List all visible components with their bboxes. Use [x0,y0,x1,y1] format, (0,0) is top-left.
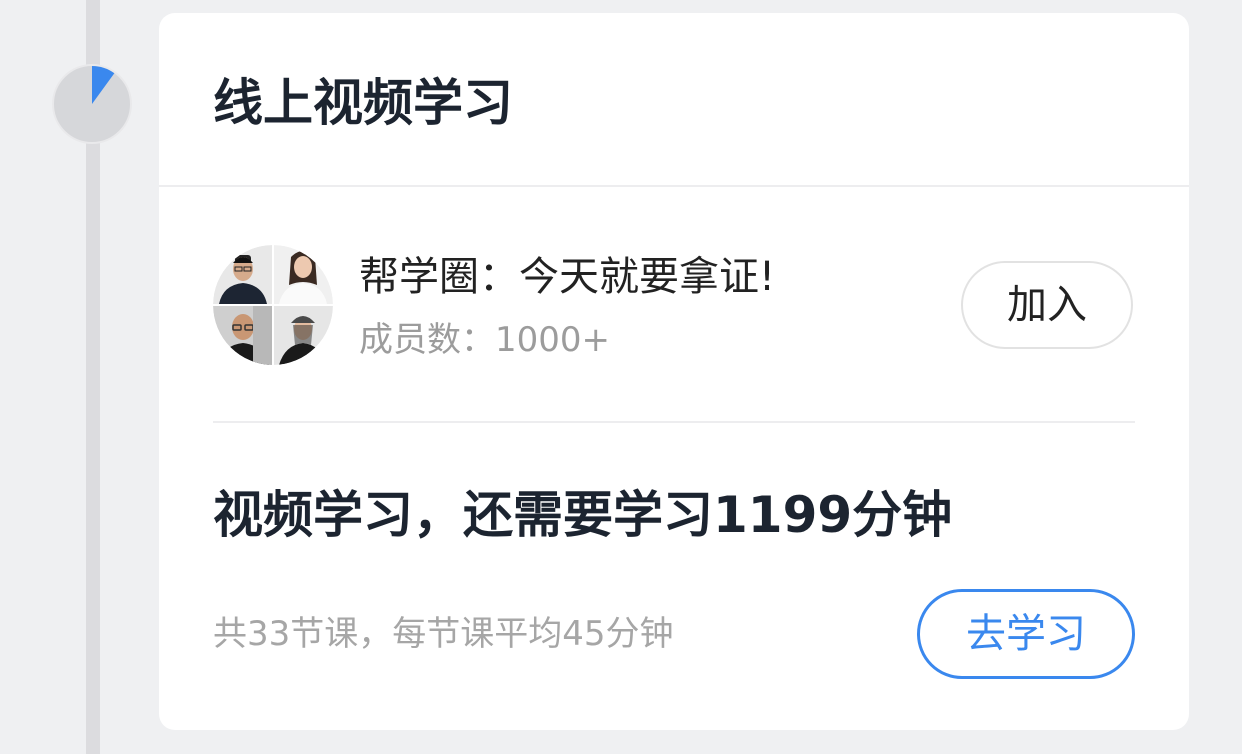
group-name: 帮学圈：今天就要拿证! [359,254,776,300]
study-group-row: 帮学圈：今天就要拿证! 成员数：1000+ 加入 [213,245,1135,367]
join-group-button[interactable]: 加入 [961,261,1133,349]
group-member-count: 成员数：1000+ [359,320,611,360]
divider [213,421,1135,423]
video-study-card: 线上视频学习 帮学圈：今天就要拿证! 成员数：1000+ 加入 视频学习，还需要… [159,13,1189,730]
progress-pie-icon [52,64,132,144]
card-title: 线上视频学习 [213,74,513,132]
group-avatar-icon [213,245,333,365]
go-study-button[interactable]: 去学习 [917,589,1135,679]
page: 线上视频学习 帮学圈：今天就要拿证! 成员数：1000+ 加入 视频学习，还需要… [0,0,1242,754]
divider [159,185,1189,187]
course-info: 共33节课，每节课平均45分钟 [213,614,674,654]
study-remaining-headline: 视频学习，还需要学习1199分钟 [213,486,953,544]
